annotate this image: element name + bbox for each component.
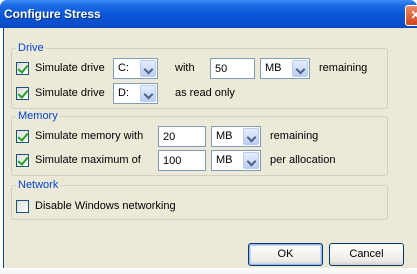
memory-amount-input[interactable] [158,126,206,147]
with-label: with [175,62,195,74]
drive-1-select[interactable]: C: [113,58,158,79]
window-bottom-edge [0,268,417,274]
network-group: Network Disable Windows networking [11,179,388,220]
drive-group: Drive Simulate drive C: with MB remainin… [11,42,388,109]
disable-networking-checkbox[interactable] [16,200,29,213]
simulate-memory-checkbox[interactable] [16,130,29,143]
read-only-label: as read only [175,87,235,99]
network-row-1: Disable Windows networking [12,196,387,217]
drive-row-1: Simulate drive C: with MB remaining [12,58,387,79]
simulate-memory-label: Simulate memory with [35,130,144,142]
simulate-drive-1-checkbox[interactable] [16,62,29,75]
drive-row-2: Simulate drive D: as read only [12,83,387,104]
simulate-maximum-checkbox[interactable] [16,154,29,167]
memory-group: Memory Simulate memory with MB remaining… [11,110,388,176]
ok-button[interactable]: OK [248,243,323,266]
dialog-body: Drive Simulate drive C: with MB remainin… [3,28,417,268]
title-bar[interactable]: Configure Stress ✕ [0,0,417,28]
memory-row-2: Simulate maximum of MB per allocation [12,150,387,171]
window-title: Configure Stress [4,7,101,21]
maximum-unit-select[interactable]: MB [211,150,261,171]
cancel-button[interactable]: Cancel [329,243,404,266]
memory-unit-value: MB [216,130,233,142]
disable-networking-label: Disable Windows networking [35,200,176,212]
memory-unit-select[interactable]: MB [211,126,261,147]
per-allocation-label: per allocation [270,154,336,166]
network-group-legend: Network [16,179,61,191]
memory-group-legend: Memory [16,110,60,122]
chevron-down-icon[interactable] [243,152,259,169]
chevron-down-icon[interactable] [140,60,156,77]
chevron-down-icon[interactable] [140,85,156,102]
close-icon: ✕ [410,8,417,22]
maximum-unit-value: MB [216,154,233,166]
drive-amount-input[interactable] [210,58,255,79]
drive-1-value: C: [118,62,129,74]
drive-unit-select[interactable]: MB [260,58,310,79]
drive-group-legend: Drive [16,42,46,54]
simulate-drive-2-checkbox[interactable] [16,87,29,100]
drive-remaining-label: remaining [319,62,368,74]
simulate-drive-2-label: Simulate drive [35,87,105,99]
drive-2-value: D: [118,87,129,99]
memory-row-1: Simulate memory with MB remaining [12,126,387,147]
maximum-amount-input[interactable] [158,150,206,171]
drive-2-select[interactable]: D: [113,83,158,104]
chevron-down-icon[interactable] [292,60,308,77]
drive-unit-value: MB [265,62,282,74]
chevron-down-icon[interactable] [243,128,259,145]
memory-remaining-label: remaining [270,130,319,142]
simulate-drive-1-label: Simulate drive [35,62,105,74]
close-button[interactable]: ✕ [405,5,417,26]
simulate-maximum-label: Simulate maximum of [35,154,141,166]
